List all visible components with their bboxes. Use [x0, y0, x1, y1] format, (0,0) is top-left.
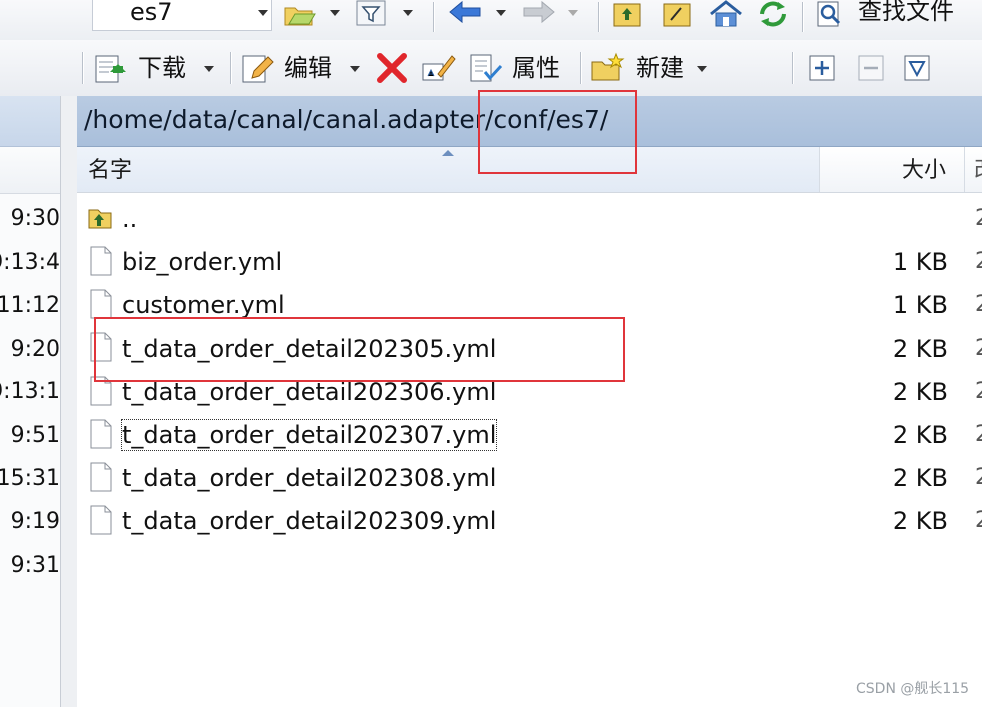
download-button[interactable]: 下载	[138, 54, 186, 82]
parent-folder-icon[interactable]	[612, 0, 644, 28]
file-icon	[90, 505, 112, 535]
properties-button[interactable]: 属性	[512, 54, 560, 82]
sort-ascending-icon	[442, 150, 454, 156]
open-folder-icon[interactable]	[283, 0, 317, 28]
back-arrow-icon[interactable]	[448, 0, 484, 26]
filter-icon[interactable]	[356, 0, 388, 28]
toolbar-separator	[580, 52, 581, 84]
file-size: 2 KB	[892, 421, 948, 449]
rename-icon[interactable]	[420, 52, 456, 84]
edit-icon[interactable]	[240, 52, 274, 84]
file-icon	[90, 289, 112, 319]
name-column-label: 名字	[88, 158, 133, 183]
action-toolbar: 下载 编辑 属性 新建	[0, 40, 982, 97]
local-modified-column: 9:30 9:13:4 11:12 9:20 9:13:1 9:51 15:31…	[0, 194, 60, 594]
local-time-cell: 9:51	[10, 423, 60, 448]
local-column-header	[0, 147, 60, 194]
file-icon	[90, 419, 112, 449]
new-button[interactable]: 新建	[636, 54, 684, 82]
file-modified-stub: 2	[975, 334, 982, 364]
file-modified-stub: 2	[975, 204, 982, 234]
file-size: 2 KB	[892, 464, 948, 492]
file-size: 2 KB	[892, 378, 948, 406]
root-folder-icon[interactable]	[662, 0, 694, 28]
file-name: biz_order.yml	[122, 248, 283, 276]
top-toolbar: es7 查找文件	[0, 0, 982, 40]
local-time-cell: 9:13:4	[0, 250, 60, 275]
file-modified-stub: 2	[975, 377, 982, 407]
toolbar-separator	[230, 52, 231, 84]
column-divider[interactable]	[964, 147, 965, 192]
refresh-icon[interactable]	[756, 0, 790, 28]
local-time-cell: 9:30	[10, 206, 60, 231]
file-modified-stub: 2	[975, 463, 982, 493]
local-time-cell: 9:19	[10, 509, 60, 534]
chevron-down-icon[interactable]	[350, 66, 360, 72]
local-time-cell: 9:31	[10, 553, 60, 578]
file-name: customer.yml	[122, 291, 285, 319]
toolbar-grip	[82, 52, 83, 84]
chevron-down-icon[interactable]	[403, 10, 413, 16]
file-name-focused: t_data_order_detail202307.yml	[120, 419, 498, 451]
edit-button[interactable]: 编辑	[284, 54, 332, 82]
current-folder-label: es7	[130, 0, 173, 26]
toolbar-separator	[598, 2, 599, 32]
parent-folder-icon	[88, 209, 112, 229]
file-name: t_data_order_detail202308.yml	[122, 464, 497, 492]
watermark: CSDN @舰长115	[856, 681, 970, 697]
select-filter-icon[interactable]	[903, 54, 933, 82]
file-modified-stub: 2	[975, 290, 982, 320]
file-name: ..	[122, 205, 138, 233]
chevron-down-icon[interactable]	[258, 10, 268, 16]
file-name: t_data_order_detail202309.yml	[122, 507, 497, 535]
find-files-icon[interactable]	[815, 0, 847, 28]
file-modified-stub: 2	[975, 420, 982, 450]
home-icon[interactable]	[708, 0, 744, 28]
file-size: 2 KB	[892, 335, 948, 363]
chevron-down-icon[interactable]	[568, 10, 578, 16]
file-size: 2 KB	[892, 507, 948, 535]
forward-arrow-icon[interactable]	[520, 0, 556, 26]
chevron-down-icon[interactable]	[496, 10, 506, 16]
file-icon	[90, 462, 112, 492]
file-modified-stub: 2	[975, 506, 982, 536]
local-time-cell: 11:12	[0, 293, 60, 318]
local-address-bar	[0, 96, 60, 147]
list-item-parent-dir[interactable]	[77, 198, 982, 241]
local-time-cell: 9:20	[10, 337, 60, 362]
panel-splitter[interactable]	[60, 96, 78, 707]
highlight-box-file	[94, 317, 625, 382]
local-time-cell: 15:31	[0, 466, 60, 491]
new-folder-icon[interactable]	[590, 52, 626, 84]
file-modified-stub: 2	[975, 247, 982, 277]
modified-column-header[interactable]: 改	[974, 157, 982, 185]
folder-path-combobox[interactable]	[92, 0, 272, 31]
chevron-down-icon[interactable]	[697, 66, 707, 72]
highlight-box-path	[478, 90, 637, 174]
toolbar-separator	[802, 2, 803, 32]
download-icon[interactable]	[93, 52, 127, 84]
file-icon	[90, 246, 112, 276]
file-size: 1 KB	[892, 248, 948, 276]
properties-icon[interactable]	[468, 52, 504, 84]
find-files-button[interactable]: 查找文件	[858, 0, 954, 25]
local-time-cell: 9:13:1	[0, 379, 60, 404]
toolbar-grip	[792, 52, 793, 84]
minus-icon[interactable]	[857, 54, 887, 82]
file-size: 1 KB	[892, 291, 948, 319]
size-column-header[interactable]: 大小	[902, 157, 946, 185]
delete-icon[interactable]	[376, 52, 408, 84]
plus-icon[interactable]	[808, 54, 838, 82]
toolbar-separator	[433, 2, 434, 32]
chevron-down-icon[interactable]	[330, 10, 340, 16]
chevron-down-icon[interactable]	[204, 66, 214, 72]
